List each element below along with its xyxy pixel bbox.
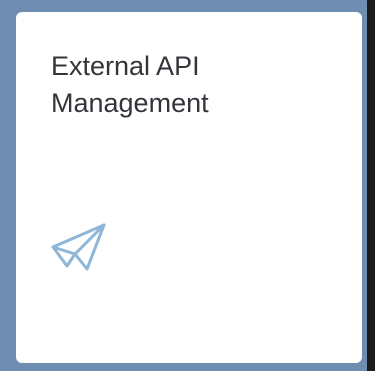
paper-plane-icon xyxy=(49,220,109,274)
tile-title-line-2: Management xyxy=(51,88,209,118)
tile-title-line-1: External API xyxy=(51,51,200,81)
external-api-management-tile[interactable]: External API Management xyxy=(16,12,362,363)
tile-title: External API Management xyxy=(51,48,331,122)
tile-container: External API Management xyxy=(0,0,367,371)
